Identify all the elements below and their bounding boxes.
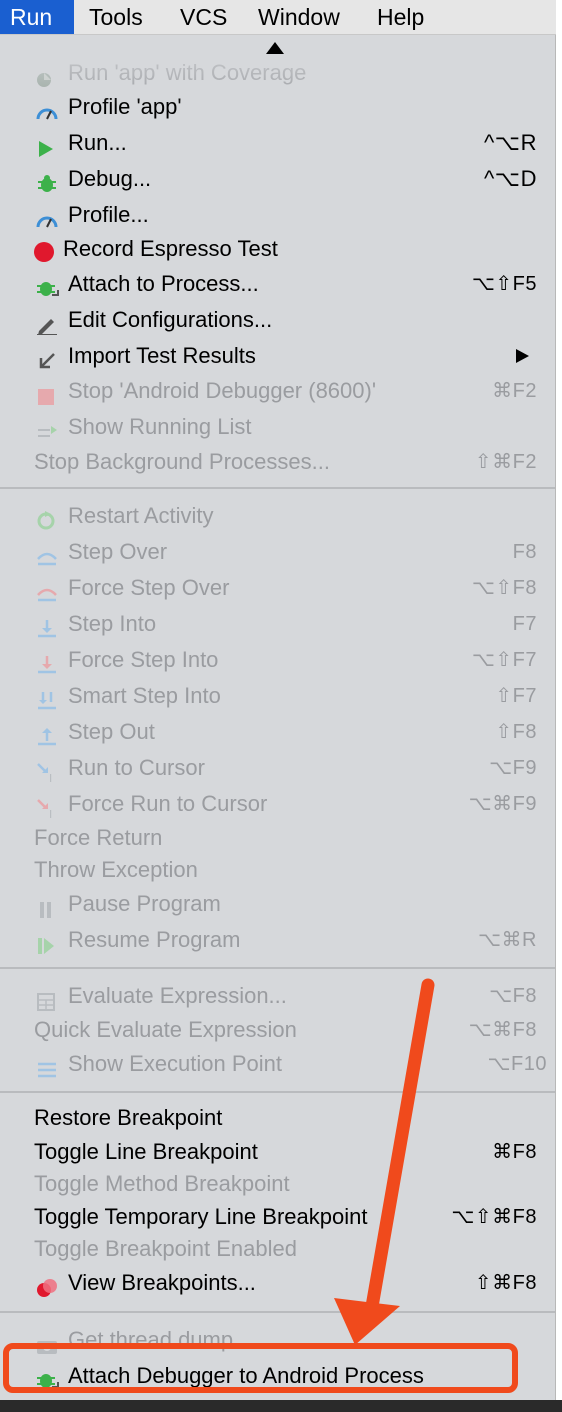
menu-bar: Run Tools VCS Window Help [0, 0, 556, 35]
step-over-icon [36, 543, 57, 566]
menu-separator [0, 967, 555, 969]
menu-item-step-into[interactable]: Step Into F7 [0, 607, 555, 641]
svg-text:I: I [49, 772, 52, 783]
menu-separator [0, 487, 555, 489]
menu-item-profile-app[interactable]: Profile 'app' [0, 90, 555, 124]
menu-vcs[interactable]: VCS [170, 0, 237, 34]
menu-item-record-espresso-test[interactable]: Record Espresso Test [0, 232, 555, 266]
force-run-to-cursor-icon: I [36, 795, 56, 821]
menu-item-force-return[interactable]: Force Return [0, 821, 555, 855]
menu-item-restart-activity[interactable]: Restart Activity [0, 499, 555, 533]
profile-gauge-icon [36, 206, 58, 228]
submenu-arrow-icon [516, 349, 529, 363]
record-icon [33, 239, 54, 262]
menu-item-import-test-results[interactable]: Import Test Results [0, 339, 555, 373]
menu-tools[interactable]: Tools [79, 0, 153, 34]
menu-item-force-step-into[interactable]: Force Step Into ⌥⇧F7 [0, 643, 555, 677]
menu-item-toggle-line-breakpoint[interactable]: Toggle Line Breakpoint ⌘F8 [0, 1135, 555, 1169]
menu-item-evaluate-expression[interactable]: Evaluate Expression... ⌥F8 [0, 979, 555, 1013]
menu-run[interactable]: Run [0, 0, 74, 34]
menu-item-step-over[interactable]: Step Over F8 [0, 535, 555, 569]
import-arrow-icon [36, 347, 56, 369]
menu-item-attach-debugger-to-android-process[interactable]: Attach Debugger to Android Process [0, 1359, 555, 1393]
stop-square-icon [36, 382, 56, 405]
calculator-icon [36, 987, 56, 1011]
scroll-up-arrow-icon[interactable] [266, 42, 284, 54]
menu-item-edit-configurations[interactable]: Edit Configurations... [0, 303, 555, 337]
menu-item-show-execution-point[interactable]: Show Execution Point ⌥F10 [0, 1047, 555, 1081]
run-dropdown-menu: Run 'app' with Coverage Profile 'app' Ru… [0, 35, 556, 1400]
menu-separator [0, 1091, 555, 1093]
menu-item-run[interactable]: Run... ^⌥R [0, 126, 555, 160]
menu-item-stop-background-processes[interactable]: Stop Background Processes... ⇧⌘F2 [0, 445, 555, 479]
menu-item-view-breakpoints[interactable]: View Breakpoints... ⇧⌘F8 [0, 1266, 555, 1300]
menu-item-step-out[interactable]: Step Out ⇧F8 [0, 715, 555, 749]
menu-item-run-with-coverage[interactable]: Run 'app' with Coverage [0, 56, 555, 90]
execution-point-icon [36, 1055, 56, 1078]
menu-separator [0, 1311, 555, 1313]
force-step-over-icon [36, 579, 57, 602]
menu-item-profile[interactable]: Profile... [0, 198, 555, 232]
step-into-icon [36, 615, 56, 638]
menu-item-get-thread-dump[interactable]: Get thread dump [0, 1323, 555, 1357]
menu-item-quick-evaluate-expression[interactable]: Quick Evaluate Expression ⌥⌘F8 [0, 1013, 555, 1047]
restart-icon [36, 507, 56, 530]
step-out-icon [36, 723, 56, 746]
menu-item-toggle-temporary-line-breakpoint[interactable]: Toggle Temporary Line Breakpoint ⌥⇧⌘F8 [0, 1200, 555, 1234]
force-step-into-icon [36, 651, 56, 674]
attach-bug-icon [36, 275, 59, 296]
breakpoints-icon [36, 1274, 57, 1297]
debug-bug-icon [36, 170, 56, 192]
edit-pencil-icon [36, 311, 57, 336]
menu-item-force-step-over[interactable]: Force Step Over ⌥⇧F8 [0, 571, 555, 605]
menu-help[interactable]: Help [367, 0, 434, 34]
camera-icon [36, 1331, 57, 1354]
window-bottom-edge [0, 1400, 562, 1412]
resume-icon [36, 931, 56, 954]
menu-item-toggle-method-breakpoint[interactable]: Toggle Method Breakpoint [0, 1167, 555, 1201]
attach-android-debugger-icon [36, 1367, 59, 1388]
menu-item-run-to-cursor[interactable]: I Run to Cursor ⌥F9 [0, 751, 555, 785]
pause-icon [36, 895, 56, 918]
running-list-icon [36, 418, 57, 437]
run-to-cursor-icon: I [36, 759, 56, 785]
menu-item-force-run-to-cursor[interactable]: I Force Run to Cursor ⌥⌘F9 [0, 787, 555, 821]
menu-item-show-running-list[interactable]: Show Running List [0, 410, 555, 444]
menu-item-debug[interactable]: Debug... ^⌥D [0, 162, 555, 196]
menu-item-resume-program[interactable]: Resume Program ⌥⌘R [0, 923, 555, 957]
menu-item-attach-to-process[interactable]: Attach to Process... ⌥⇧F5 [0, 267, 555, 301]
menu-item-toggle-breakpoint-enabled[interactable]: Toggle Breakpoint Enabled [0, 1232, 555, 1266]
menu-window[interactable]: Window [248, 0, 350, 34]
menu-item-pause-program[interactable]: Pause Program [0, 887, 555, 921]
menu-item-smart-step-into[interactable]: Smart Step Into ⇧F7 [0, 679, 555, 713]
menu-item-stop-android-debugger[interactable]: Stop 'Android Debugger (8600)' ⌘F2 [0, 374, 555, 408]
svg-text:I: I [49, 808, 52, 819]
menu-item-throw-exception[interactable]: Throw Exception [0, 853, 555, 887]
smart-step-into-icon [36, 687, 56, 710]
coverage-icon [36, 64, 56, 87]
run-play-icon [36, 134, 56, 157]
menu-item-restore-breakpoint[interactable]: Restore Breakpoint [0, 1101, 555, 1135]
profile-gauge-icon [36, 98, 58, 120]
